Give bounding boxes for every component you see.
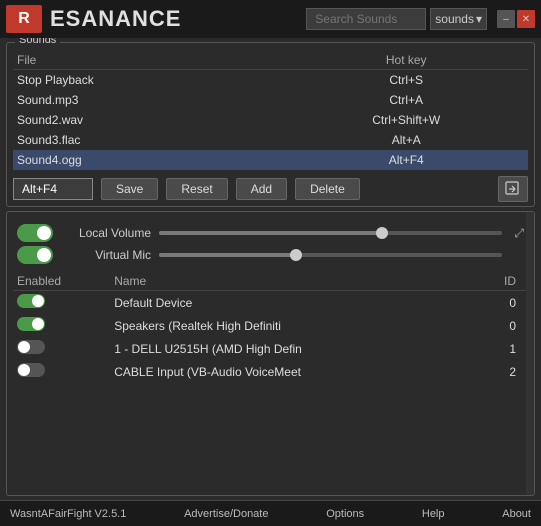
sound-file-cell: Sound.mp3 bbox=[13, 90, 284, 110]
device-toggle[interactable] bbox=[17, 363, 45, 377]
about-link[interactable]: About bbox=[502, 508, 531, 520]
sound-file-cell: Sound4.ogg bbox=[13, 150, 284, 170]
slider-track bbox=[159, 253, 502, 257]
local-volume-toggle[interactable] bbox=[17, 224, 53, 242]
devices-section: Devices Local Volume ⤢ bbox=[6, 211, 535, 496]
slider-thumb bbox=[290, 249, 302, 261]
col-hotkey-header: Hot key bbox=[284, 51, 528, 70]
device-toggle[interactable] bbox=[17, 294, 45, 308]
scrollbar[interactable] bbox=[526, 212, 534, 495]
col-enabled-header: Enabled bbox=[13, 272, 110, 291]
sounds-section-label: Sounds bbox=[15, 38, 60, 46]
list-item[interactable]: CABLE Input (VB-Audio VoiceMeet 2 bbox=[13, 360, 528, 383]
sounds-dropdown-value: sounds bbox=[435, 12, 474, 26]
sounds-section: Sounds File Hot key Stop Playback Ctrl+S… bbox=[6, 42, 535, 207]
title-bar-right: sounds ▾ – ✕ bbox=[306, 8, 535, 30]
sound-hotkey-cell: Alt+A bbox=[284, 130, 528, 150]
chevron-down-icon: ▾ bbox=[476, 12, 482, 26]
devices-inner: Local Volume ⤢ Virtual Mic bbox=[13, 224, 528, 491]
col-file-header: File bbox=[13, 51, 284, 70]
delete-button[interactable]: Delete bbox=[295, 178, 360, 200]
sound-file-cell: Stop Playback bbox=[13, 70, 284, 91]
sound-hotkey-cell: Ctrl+Shift+W bbox=[284, 110, 528, 130]
app-title: ESANANCE bbox=[50, 6, 181, 32]
import-icon-button[interactable] bbox=[498, 176, 528, 202]
slider-fill bbox=[159, 231, 382, 235]
slider-fill bbox=[159, 253, 296, 257]
device-id-cell: 0 bbox=[476, 291, 528, 315]
virtual-mic-row: Virtual Mic ⤢ bbox=[13, 246, 528, 264]
sound-file-cell: Sound3.flac bbox=[13, 130, 284, 150]
toggle-knob bbox=[37, 248, 51, 262]
resize-icon[interactable]: ⤢ bbox=[514, 226, 524, 241]
close-button[interactable]: ✕ bbox=[517, 10, 535, 28]
device-id-cell: 0 bbox=[476, 314, 528, 337]
device-enabled-cell bbox=[13, 337, 110, 360]
advertise-link[interactable]: Advertise/Donate bbox=[184, 508, 268, 520]
help-link[interactable]: Help bbox=[422, 508, 445, 520]
device-enabled-cell bbox=[13, 291, 110, 315]
local-volume-label: Local Volume bbox=[61, 226, 151, 240]
sound-hotkey-cell: Alt+F4 bbox=[284, 150, 528, 170]
virtual-mic-toggle[interactable] bbox=[17, 246, 53, 264]
version-label: WasntAFairFight V2.5.1 bbox=[10, 508, 126, 520]
device-id-cell: 2 bbox=[476, 360, 528, 383]
minimize-button[interactable]: – bbox=[497, 10, 515, 28]
devices-table: Enabled Name ID Default Device 0 bbox=[13, 272, 528, 383]
table-row[interactable]: Sound2.wav Ctrl+Shift+W bbox=[13, 110, 528, 130]
save-button[interactable]: Save bbox=[101, 178, 158, 200]
reset-button[interactable]: Reset bbox=[166, 178, 227, 200]
table-row[interactable]: Stop Playback Ctrl+S bbox=[13, 70, 528, 91]
device-enabled-cell bbox=[13, 360, 110, 383]
local-volume-slider[interactable] bbox=[159, 231, 502, 235]
options-link[interactable]: Options bbox=[326, 508, 364, 520]
sound-hotkey-cell: Ctrl+A bbox=[284, 90, 528, 110]
slider-thumb bbox=[376, 227, 388, 239]
sounds-dropdown[interactable]: sounds ▾ bbox=[430, 8, 487, 30]
device-toggle[interactable] bbox=[17, 317, 45, 331]
sounds-table: File Hot key Stop Playback Ctrl+S Sound.… bbox=[13, 51, 528, 170]
title-bar-left: R ESANANCE bbox=[6, 5, 181, 33]
list-item[interactable]: Speakers (Realtek High Definiti 0 bbox=[13, 314, 528, 337]
col-name-header: Name bbox=[110, 272, 475, 291]
sound-hotkey-cell: Ctrl+S bbox=[284, 70, 528, 91]
device-enabled-cell bbox=[13, 314, 110, 337]
table-row[interactable]: Sound4.ogg Alt+F4 bbox=[13, 150, 528, 170]
virtual-mic-label: Virtual Mic bbox=[61, 248, 151, 262]
add-button[interactable]: Add bbox=[236, 178, 287, 200]
hotkey-input[interactable] bbox=[13, 178, 93, 200]
table-row[interactable]: Sound.mp3 Ctrl+A bbox=[13, 90, 528, 110]
device-toggle[interactable] bbox=[17, 340, 45, 354]
list-item[interactable]: 1 - DELL U2515H (AMD High Defin 1 bbox=[13, 337, 528, 360]
sound-file-cell: Sound2.wav bbox=[13, 110, 284, 130]
device-name-cell: 1 - DELL U2515H (AMD High Defin bbox=[110, 337, 475, 360]
device-name-cell: Default Device bbox=[110, 291, 475, 315]
slider-track bbox=[159, 231, 502, 235]
virtual-mic-slider[interactable] bbox=[159, 253, 502, 257]
main-content: Sounds File Hot key Stop Playback Ctrl+S… bbox=[0, 38, 541, 500]
device-name-cell: CABLE Input (VB-Audio VoiceMeet bbox=[110, 360, 475, 383]
title-bar: R ESANANCE sounds ▾ – ✕ bbox=[0, 0, 541, 38]
col-id-header: ID bbox=[476, 272, 528, 291]
search-input[interactable] bbox=[306, 8, 426, 30]
list-item[interactable]: Default Device 0 bbox=[13, 291, 528, 315]
table-row[interactable]: Sound3.flac Alt+A bbox=[13, 130, 528, 150]
local-volume-row: Local Volume ⤢ bbox=[13, 224, 528, 242]
device-id-cell: 1 bbox=[476, 337, 528, 360]
logo-icon: R bbox=[6, 5, 42, 33]
window-controls: – ✕ bbox=[497, 10, 535, 28]
devices-section-label: Devices bbox=[15, 211, 62, 215]
status-bar: WasntAFairFight V2.5.1 Advertise/Donate … bbox=[0, 500, 541, 526]
device-name-cell: Speakers (Realtek High Definiti bbox=[110, 314, 475, 337]
toggle-knob bbox=[37, 226, 51, 240]
sounds-controls: Save Reset Add Delete bbox=[13, 176, 528, 202]
